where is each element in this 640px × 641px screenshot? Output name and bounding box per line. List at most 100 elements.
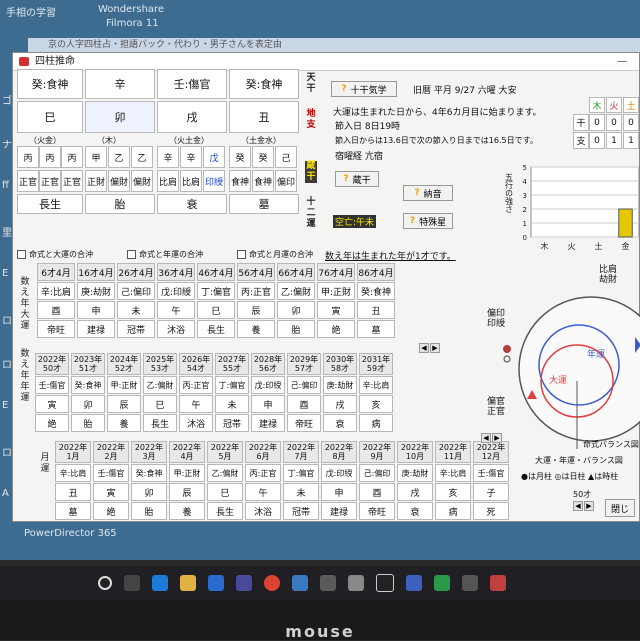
minimize-button[interactable]: —: [617, 53, 627, 70]
nenun-tsuhen[interactable]: 戊:印綬: [251, 376, 285, 394]
scale-prev-button[interactable]: ◀: [573, 501, 583, 511]
getsuun-month[interactable]: 2022年 4月: [169, 441, 205, 463]
taiun-shi[interactable]: 卯: [277, 301, 315, 319]
getsuun-tsuhen[interactable]: 庚:劫財: [397, 464, 433, 482]
pillar-branch[interactable]: 巳: [17, 101, 83, 133]
pillar-stem[interactable]: 癸:食神: [229, 69, 299, 99]
taiun-shi[interactable]: 酉: [37, 301, 75, 319]
zokan-cell[interactable]: 丙: [61, 146, 83, 168]
desktop-icon-label[interactable]: Filmora 11: [106, 18, 159, 29]
getsuun-unsei[interactable]: 絶: [93, 502, 129, 520]
junishi-cell[interactable]: 胎: [85, 194, 155, 214]
nenun-shi[interactable]: 寅: [35, 395, 69, 413]
taiun-unsei[interactable]: 胎: [277, 320, 315, 338]
nenun-unsei[interactable]: 絶: [35, 414, 69, 432]
nenun-unsei[interactable]: 養: [107, 414, 141, 432]
taiun-age[interactable]: 36才4月: [157, 263, 195, 281]
taiun-unsei[interactable]: 沐浴: [157, 320, 195, 338]
taiun-tsuhen[interactable]: 癸:食神: [357, 282, 395, 300]
zokan-tsuhen-cell[interactable]: 正官: [17, 170, 39, 192]
getsuun-unsei[interactable]: 死: [473, 502, 509, 520]
taiun-unsei[interactable]: 帝旺: [37, 320, 75, 338]
zokan-cell[interactable]: 丙: [17, 146, 39, 168]
nenun-shi[interactable]: 酉: [287, 395, 321, 413]
getsuun-month[interactable]: 2022年 2月: [93, 441, 129, 463]
tokushu-button[interactable]: ? 特殊星: [403, 213, 453, 229]
nenun-year[interactable]: 2025年 53才: [143, 353, 177, 375]
getsuun-month[interactable]: 2022年 6月: [245, 441, 281, 463]
getsuun-tsuhen[interactable]: 乙:偏財: [207, 464, 243, 482]
getsuun-unsei[interactable]: 長生: [207, 502, 243, 520]
taiun-age[interactable]: 26才4月: [117, 263, 155, 281]
nenun-tsuhen[interactable]: 乙:偏財: [143, 376, 177, 394]
zokan-tsuhen-cell[interactable]: 比肩: [157, 170, 179, 192]
getsuun-shi[interactable]: 卯: [131, 483, 167, 501]
nenun-unsei[interactable]: 胎: [71, 414, 105, 432]
pillar-branch[interactable]: 戌: [157, 101, 227, 133]
unmei-checkbox[interactable]: 命式と年運の合沖: [127, 249, 203, 260]
getsuun-month[interactable]: 2022年 5月: [207, 441, 243, 463]
taiun-tsuhen[interactable]: 辛:比肩: [37, 282, 75, 300]
zokan-cell[interactable]: 辛: [180, 146, 202, 168]
capcut-icon[interactable]: [376, 574, 394, 592]
nenun-unsei[interactable]: 病: [359, 414, 393, 432]
getsuun-shi[interactable]: 辰: [169, 483, 205, 501]
taiun-shi[interactable]: 未: [117, 301, 155, 319]
zokan-tsuhen-cell[interactable]: 正官: [61, 170, 83, 192]
getsuun-shi[interactable]: 亥: [435, 483, 471, 501]
zokan-tsuhen-cell[interactable]: 比肩: [180, 170, 202, 192]
nenun-tsuhen[interactable]: 己:偏印: [287, 376, 321, 394]
getsuun-unsei[interactable]: 建禄: [321, 502, 357, 520]
getsuun-month[interactable]: 2022年 11月: [435, 441, 471, 463]
start-circle-icon[interactable]: [98, 576, 112, 590]
pillar-branch[interactable]: 卯: [85, 101, 155, 133]
taiun-shi[interactable]: 丑: [357, 301, 395, 319]
zokan-tsuhen-cell[interactable]: 偏財: [108, 170, 130, 192]
xbox-icon[interactable]: [434, 575, 450, 591]
nenun-year[interactable]: 2022年 50才: [35, 353, 69, 375]
zokan-cell[interactable]: 甲: [85, 146, 107, 168]
taiun-shi[interactable]: 午: [157, 301, 195, 319]
taiun-shi[interactable]: 申: [77, 301, 115, 319]
app-icon[interactable]: [348, 575, 364, 591]
pillar-branch[interactable]: 丑: [229, 101, 299, 133]
taiun-age[interactable]: 6才4月: [37, 263, 75, 281]
taiun-age[interactable]: 16才4月: [77, 263, 115, 281]
taiun-tsuhen[interactable]: 甲:正財: [317, 282, 355, 300]
getsuun-unsei[interactable]: 帝旺: [359, 502, 395, 520]
getsuun-shi[interactable]: 巳: [207, 483, 243, 501]
zokan-tsuhen-cell[interactable]: 正財: [85, 170, 107, 192]
junishi-cell[interactable]: 衰: [157, 194, 227, 214]
taiun-tsuhen[interactable]: 丙:正官: [237, 282, 275, 300]
taiun-tsuhen[interactable]: 丁:偏官: [197, 282, 235, 300]
getsuun-shi[interactable]: 申: [321, 483, 357, 501]
taiun-unsei[interactable]: 建禄: [77, 320, 115, 338]
getsuun-tsuhen[interactable]: 丙:正官: [245, 464, 281, 482]
zokan-cell[interactable]: 乙: [131, 146, 153, 168]
taiun-shi[interactable]: 寅: [317, 301, 355, 319]
getsuun-unsei[interactable]: 病: [435, 502, 471, 520]
getsuun-tsuhen[interactable]: 丁:偏官: [283, 464, 319, 482]
nenun-year[interactable]: 2024年 52才: [107, 353, 141, 375]
nenun-shi[interactable]: 午: [179, 395, 213, 413]
nenun-year[interactable]: 2029年 57才: [287, 353, 321, 375]
getsuun-month[interactable]: 2022年 7月: [283, 441, 319, 463]
nenun-tsuhen[interactable]: 丁:偏官: [215, 376, 249, 394]
taiun-unsei[interactable]: 墓: [357, 320, 395, 338]
getsuun-month[interactable]: 2022年 9月: [359, 441, 395, 463]
word-icon[interactable]: [292, 575, 308, 591]
nenun-tsuhen[interactable]: 辛:比肩: [359, 376, 393, 394]
nenun-unsei[interactable]: 衰: [323, 414, 357, 432]
task-view-icon[interactable]: [124, 575, 140, 591]
zokan-tsuhen-cell[interactable]: 印綬: [203, 170, 225, 192]
zokan-tsuhen-cell[interactable]: 偏財: [131, 170, 153, 192]
getsuun-tsuhen[interactable]: 壬:傷官: [93, 464, 129, 482]
mail-icon[interactable]: [208, 575, 224, 591]
getsuun-shi[interactable]: 午: [245, 483, 281, 501]
getsuun-shi[interactable]: 丑: [55, 483, 91, 501]
nenun-year[interactable]: 2027年 55才: [215, 353, 249, 375]
taiun-shi[interactable]: 辰: [237, 301, 275, 319]
getsuun-shi[interactable]: 戌: [397, 483, 433, 501]
nenun-year[interactable]: 2031年 59才: [359, 353, 393, 375]
nenun-tsuhen[interactable]: 庚:劫財: [323, 376, 357, 394]
